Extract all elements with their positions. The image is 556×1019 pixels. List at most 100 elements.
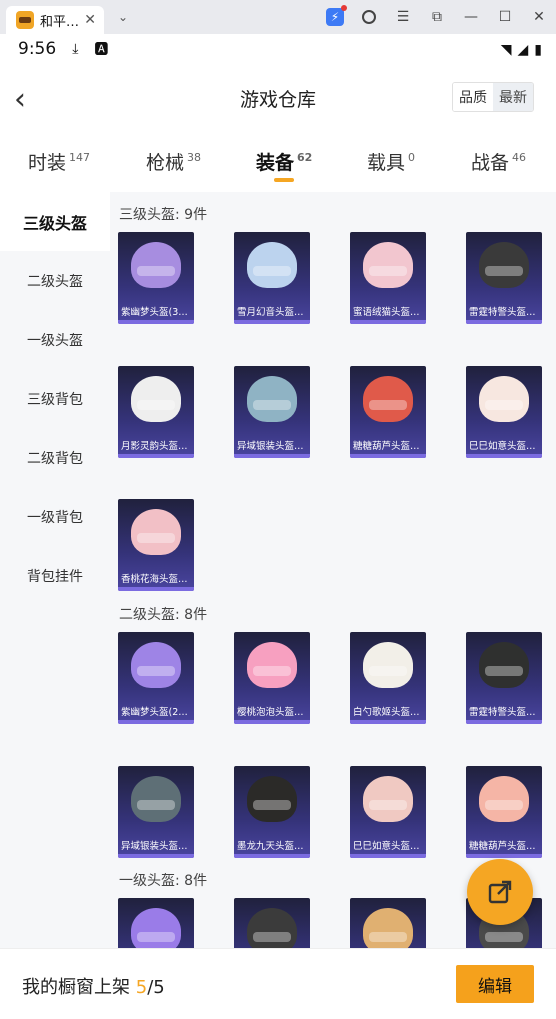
item-card[interactable]: 雷霆特警头盔…: [466, 232, 542, 324]
edit-button[interactable]: 编辑: [456, 965, 534, 1003]
bolt-icon[interactable]: ⚡: [318, 0, 352, 34]
window-titlebar: 和平… ✕ ⌄ ⚡ ☰ ⧉ — ☐ ✕: [0, 0, 556, 34]
page-title: 游戏仓库: [239, 88, 316, 111]
item-card[interactable]: 香桃花海头盔…: [118, 499, 194, 591]
item-label: 紫幽梦头盔(3…: [121, 307, 188, 318]
showcase-count: 5: [135, 977, 148, 998]
rarity-bar: [118, 720, 194, 724]
helmet-image: [131, 242, 181, 288]
helmet-image: [131, 376, 181, 422]
item-card[interactable]: 巳巳如意头盔…: [466, 366, 542, 458]
item-card[interactable]: 白勺歌姬头盔…: [350, 632, 426, 724]
back-icon[interactable]: ‹: [14, 82, 26, 117]
item-label: 香桃花海头盔…: [121, 574, 188, 585]
item-label: 雪月幻音头盔…: [237, 307, 304, 318]
item-label: 糖糖葫芦头盔…: [469, 841, 536, 852]
sidebar-item-level1-helmet[interactable]: 一级头盔: [0, 310, 110, 369]
item-card[interactable]: [234, 898, 310, 948]
item-grid: 三级头盔: 9件 二级头盔: 8件 一级头盔: 8件 紫幽梦头盔(3… 雪月幻音头…: [110, 192, 556, 948]
section-title: 二级头盔: 8件: [119, 607, 208, 623]
item-card[interactable]: 紫幽梦头盔(3…: [118, 232, 194, 324]
rarity-bar: [466, 320, 542, 324]
sort-newest-button[interactable]: 最新: [493, 83, 533, 111]
item-card[interactable]: 异域银装头盔…: [118, 766, 194, 858]
item-label: 樱桃泡泡头盔…: [237, 707, 304, 718]
tab-guns[interactable]: 枪械 38: [146, 148, 201, 175]
helmet-image: [247, 776, 297, 822]
active-tab-underline: [274, 178, 294, 182]
tab-close-icon[interactable]: ✕: [84, 12, 96, 28]
rarity-bar: [234, 454, 310, 458]
bottom-bar: 我的橱窗上架 5/5 编辑: [0, 948, 556, 1019]
item-card[interactable]: 月影灵韵头盔…: [118, 366, 194, 458]
rarity-bar: [350, 454, 426, 458]
helmet-image: [131, 908, 181, 948]
item-card[interactable]: 紫幽梦头盔(2…: [118, 632, 194, 724]
category-tabs: 时装 147 枪械 38 装备 62 载具 0 战备 46: [0, 132, 556, 192]
item-label: 紫幽梦头盔(2…: [121, 707, 188, 718]
item-card[interactable]: 墨龙九天头盔…: [234, 766, 310, 858]
item-label: 白勺歌姬头盔…: [353, 707, 420, 718]
item-card[interactable]: [118, 898, 194, 948]
item-card[interactable]: 异域银装头盔…: [234, 366, 310, 458]
helmet-image: [131, 509, 181, 555]
chevron-down-icon[interactable]: ⌄: [118, 10, 128, 24]
page-header: ‹ 游戏仓库 品质 最新: [0, 64, 556, 132]
rarity-bar: [118, 454, 194, 458]
helmet-image: [479, 376, 529, 422]
user-icon[interactable]: [352, 0, 386, 34]
tab-equipment[interactable]: 装备 62: [256, 148, 312, 175]
app-icon: [16, 11, 34, 29]
item-label: 墨龙九天头盔…: [237, 841, 304, 852]
minimize-icon[interactable]: —: [454, 0, 488, 34]
item-card[interactable]: 雷霆特警头盔…: [466, 632, 542, 724]
sidebar-item-level1-backpack[interactable]: 一级背包: [0, 487, 110, 546]
helmet-image: [363, 242, 413, 288]
browser-tab[interactable]: 和平… ✕: [6, 6, 104, 34]
wifi-icon: ◥: [500, 42, 512, 58]
status-time: 9:56: [18, 39, 57, 59]
helmet-image: [247, 642, 297, 688]
section-title: 一级头盔: 8件: [119, 873, 208, 889]
sidebar-item-level2-helmet[interactable]: 二级头盔: [0, 251, 110, 310]
helmet-image: [363, 776, 413, 822]
sort-quality-button[interactable]: 品质: [453, 83, 493, 111]
rarity-bar: [234, 720, 310, 724]
helmet-image: [247, 242, 297, 288]
item-card[interactable]: 糖糖葫芦头盔…: [466, 766, 542, 858]
helmet-image: [131, 776, 181, 822]
status-bar: 9:56 ⤓ 🅰 ◥ ◢ ▮: [0, 34, 556, 64]
item-label: 糖糖葫芦头盔…: [353, 441, 420, 452]
rarity-bar: [350, 854, 426, 858]
tab-supplies[interactable]: 战备 46: [471, 148, 526, 175]
sidebar-item-level3-helmet[interactable]: 三级头盔: [0, 192, 110, 251]
sidebar-item-level3-backpack[interactable]: 三级背包: [0, 369, 110, 428]
showcase-status: 我的橱窗上架 5/5: [22, 977, 165, 998]
maximize-icon[interactable]: ☐: [488, 0, 522, 34]
share-icon: [488, 880, 512, 904]
share-button[interactable]: [467, 859, 533, 925]
menu-icon[interactable]: ☰: [386, 0, 420, 34]
rarity-bar: [350, 720, 426, 724]
item-card[interactable]: [350, 898, 426, 948]
rarity-bar: [234, 854, 310, 858]
font-icon: 🅰: [94, 42, 109, 58]
sidebar-item-backpack-charm[interactable]: 背包挂件: [0, 546, 110, 605]
item-card[interactable]: 糖糖葫芦头盔…: [350, 366, 426, 458]
tab-fashion[interactable]: 时装 147: [28, 148, 90, 175]
helmet-image: [479, 642, 529, 688]
tab-vehicles[interactable]: 载具 0: [367, 148, 415, 175]
crop-icon[interactable]: ⧉: [420, 0, 454, 34]
helmet-image: [363, 642, 413, 688]
item-card[interactable]: 雪月幻音头盔…: [234, 232, 310, 324]
rarity-bar: [234, 320, 310, 324]
close-icon[interactable]: ✕: [522, 0, 556, 34]
helmet-image: [363, 908, 413, 948]
sidebar-item-level2-backpack[interactable]: 二级背包: [0, 428, 110, 487]
helmet-image: [479, 242, 529, 288]
item-label: 雷霆特警头盔…: [469, 707, 536, 718]
item-card[interactable]: 巳巳如意头盔…: [350, 766, 426, 858]
item-card[interactable]: 樱桃泡泡头盔…: [234, 632, 310, 724]
section-title: 三级头盔: 9件: [119, 207, 208, 223]
item-card[interactable]: 蜜语绒猫头盔…: [350, 232, 426, 324]
